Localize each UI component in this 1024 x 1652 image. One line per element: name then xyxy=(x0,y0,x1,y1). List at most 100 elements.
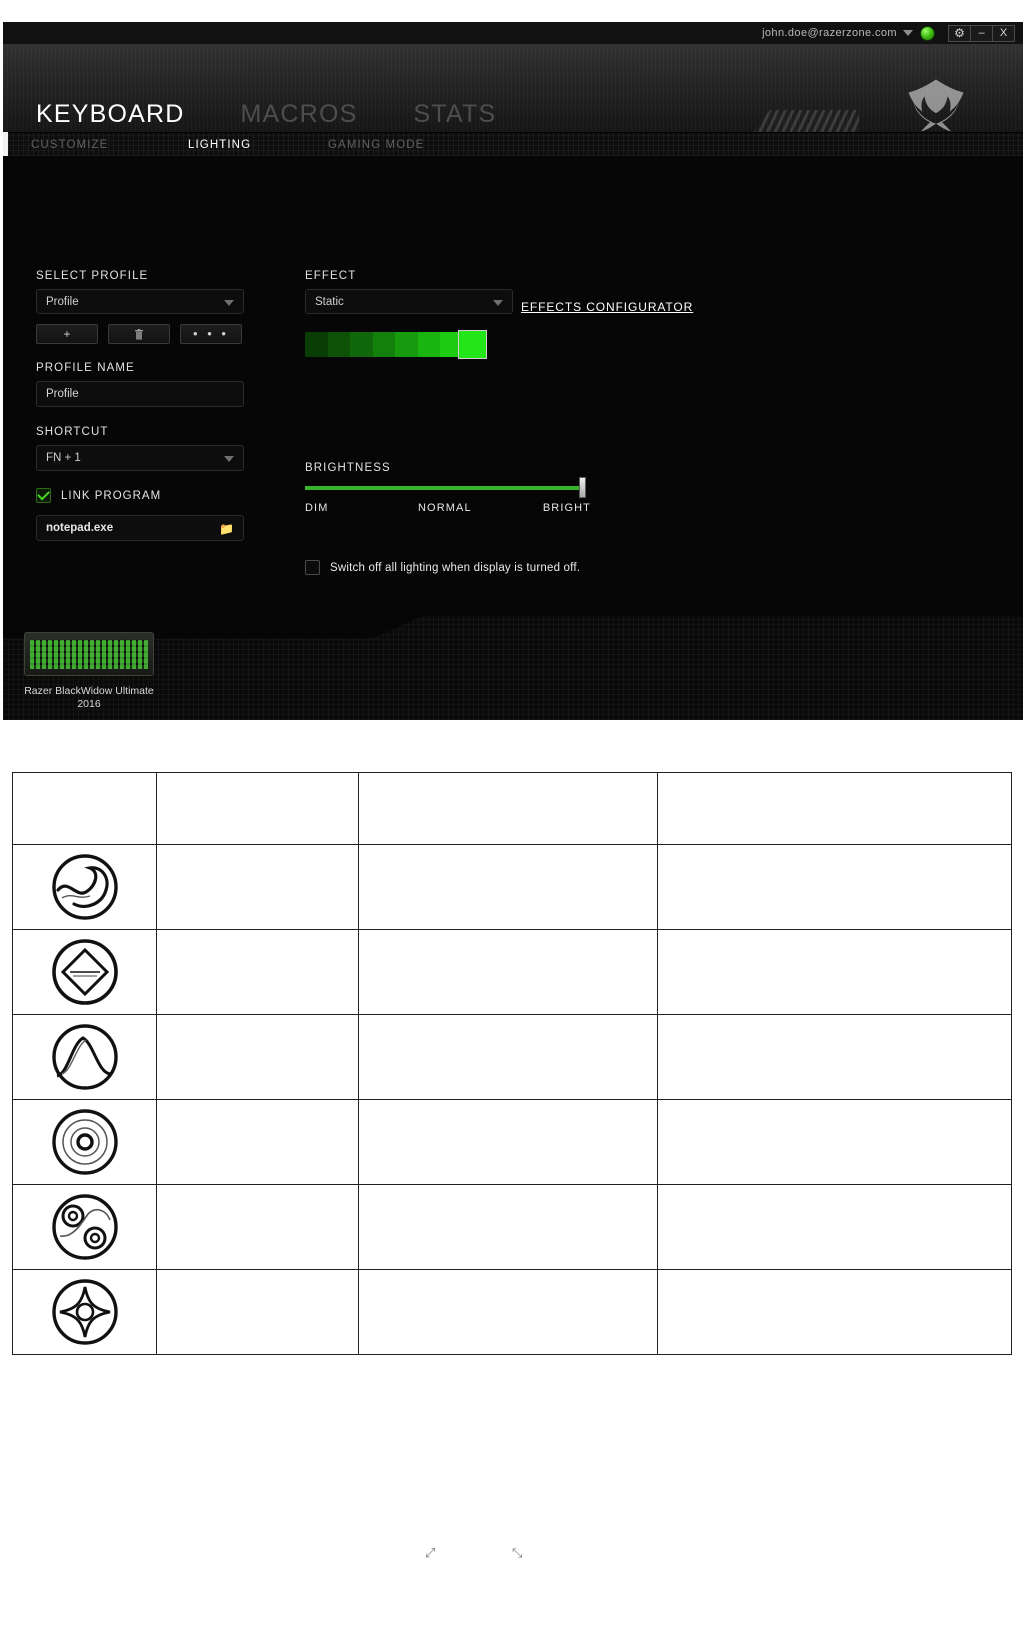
table-cell-name xyxy=(158,1220,178,1234)
shortcut-dropdown[interactable]: FN + 1 xyxy=(36,445,244,471)
table-cell-description xyxy=(360,965,380,979)
page-artifact-mark: ⤢ xyxy=(425,1545,436,1560)
table-cell-name xyxy=(158,1050,178,1064)
effect-dropdown[interactable]: Static xyxy=(305,289,513,314)
subtab-customize[interactable]: CUSTOMIZE xyxy=(31,139,108,151)
color-swatch[interactable] xyxy=(305,332,328,357)
table-cell-description xyxy=(360,880,380,894)
more-options-button[interactable]: • • • xyxy=(180,324,242,344)
table-cell-name xyxy=(158,880,178,894)
color-swatch[interactable] xyxy=(327,332,350,357)
table-header-icon-cell xyxy=(11,772,158,845)
chevron-down-icon xyxy=(224,300,234,306)
table-cell-icon xyxy=(11,1269,158,1355)
profile-name-input[interactable]: Profile xyxy=(36,381,244,407)
profile-action-buttons: + • • • xyxy=(36,324,244,344)
razer-synapse-window: john.doe@razerzone.com ⚙ – X KEYBOARD MA… xyxy=(3,22,1023,720)
select-profile-label: SELECT PROFILE xyxy=(36,270,149,282)
switch-off-lighting-checkbox[interactable] xyxy=(305,560,320,575)
table-cell-name xyxy=(158,965,178,979)
table-cell-description xyxy=(360,1220,380,1234)
sub-navigation: CUSTOMIZE LIGHTING GAMING MODE xyxy=(3,133,1023,156)
wave-icon xyxy=(51,854,118,920)
device-tile[interactable]: Razer BlackWidow Ultimate 2016 xyxy=(21,632,157,711)
linked-program-value: notepad.exe xyxy=(46,522,114,534)
spectrum-icon xyxy=(51,1024,118,1090)
table-cell-icon xyxy=(11,844,158,930)
main-tab-list: KEYBOARD MACROS STATS xyxy=(36,100,496,129)
page-artifact-mark-2: ⤡ xyxy=(512,1545,523,1560)
lighting-content-panel: SELECT PROFILE Profile + • • • PROFILE N… xyxy=(3,156,1023,616)
reactive-icon xyxy=(51,1279,118,1345)
breathing-icon xyxy=(51,939,118,1005)
link-program-checkbox[interactable] xyxy=(36,488,51,503)
account-dropdown-caret-icon[interactable] xyxy=(903,30,913,36)
main-navigation: KEYBOARD MACROS STATS xyxy=(3,44,1023,133)
brightness-tick-labels: DIM NORMAL BRIGHT xyxy=(305,502,591,516)
brightness-slider-handle[interactable] xyxy=(579,477,586,498)
subtab-gaming-mode[interactable]: GAMING MODE xyxy=(328,139,424,151)
razer-logo-icon xyxy=(908,79,964,132)
connection-status-orb-icon[interactable] xyxy=(920,25,935,41)
table-cell-setup xyxy=(659,965,679,979)
delete-profile-button[interactable] xyxy=(108,324,170,344)
effects-configurator-link[interactable]: EFFECTS CONFIGURATOR xyxy=(521,300,693,314)
folder-icon[interactable]: 📁 xyxy=(219,522,234,536)
add-profile-button[interactable]: + xyxy=(36,324,98,344)
table-cell-description xyxy=(360,1135,380,1149)
keyboard-thumbnail-icon xyxy=(24,632,154,676)
chevron-down-icon xyxy=(493,300,503,306)
nav-decorative-notch xyxy=(753,110,859,132)
brightness-slider[interactable] xyxy=(305,477,586,498)
color-swatch-strip[interactable] xyxy=(305,330,487,359)
gear-icon: ⚙ xyxy=(954,26,965,40)
subtab-lighting[interactable]: LIGHTING xyxy=(188,139,251,151)
table-cell-description xyxy=(360,1305,380,1319)
minimize-button[interactable]: – xyxy=(970,24,993,42)
table-cell-name xyxy=(158,1135,178,1149)
select-profile-dropdown[interactable]: Profile xyxy=(36,289,244,314)
tab-stats[interactable]: STATS xyxy=(413,100,496,129)
profile-name-value: Profile xyxy=(46,388,79,400)
tab-macros[interactable]: MACROS xyxy=(241,100,358,129)
table-row xyxy=(11,1184,1013,1270)
link-program-row[interactable]: LINK PROGRAM xyxy=(36,488,244,503)
table-row xyxy=(11,1014,1013,1100)
account-email: john.doe@razerzone.com xyxy=(762,27,897,39)
table-row xyxy=(11,844,1013,930)
table-cell-description xyxy=(360,1050,380,1064)
ellipsis-icon: • • • xyxy=(193,326,229,341)
tab-keyboard[interactable]: KEYBOARD xyxy=(36,100,185,129)
table-row xyxy=(11,1099,1013,1185)
side-edge-marker xyxy=(3,132,8,158)
brightness-label: BRIGHTNESS xyxy=(305,462,391,474)
table-header-setup xyxy=(659,802,679,816)
color-swatch[interactable] xyxy=(395,332,418,357)
switch-off-lighting-row[interactable]: Switch off all lighting when display is … xyxy=(305,560,580,575)
settings-button[interactable]: ⚙ xyxy=(948,24,971,42)
starlight-icon xyxy=(51,1194,118,1260)
device-name-line2: 2016 xyxy=(77,698,101,710)
selected-color-swatch[interactable] xyxy=(458,330,487,359)
keyboard-keys-glow xyxy=(30,640,148,669)
effect-value: Static xyxy=(315,295,344,308)
color-swatch[interactable] xyxy=(417,332,440,357)
chevron-down-icon xyxy=(224,456,234,462)
color-swatch[interactable] xyxy=(350,332,373,357)
table-header-name xyxy=(158,802,178,816)
profile-column: SELECT PROFILE Profile + • • • PROFILE N… xyxy=(36,270,244,541)
table-row xyxy=(11,929,1013,1015)
brightness-tick-normal: NORMAL xyxy=(418,502,472,514)
shortcut-value: FN + 1 xyxy=(46,452,81,464)
brightness-section: BRIGHTNESS DIM NORMAL BRIGHT xyxy=(305,462,605,516)
table-cell-icon xyxy=(11,1014,158,1100)
device-name: Razer BlackWidow Ultimate 2016 xyxy=(21,685,157,711)
close-button[interactable]: X xyxy=(992,24,1015,42)
device-name-line1: Razer BlackWidow Ultimate xyxy=(24,685,154,697)
brightness-tick-dim: DIM xyxy=(305,502,329,514)
effects-reference-table xyxy=(11,772,1013,1355)
linked-program-input[interactable]: notepad.exe 📁 xyxy=(36,515,244,541)
color-swatch[interactable] xyxy=(372,332,395,357)
trash-icon xyxy=(135,328,143,340)
table-cell-icon xyxy=(11,929,158,1015)
